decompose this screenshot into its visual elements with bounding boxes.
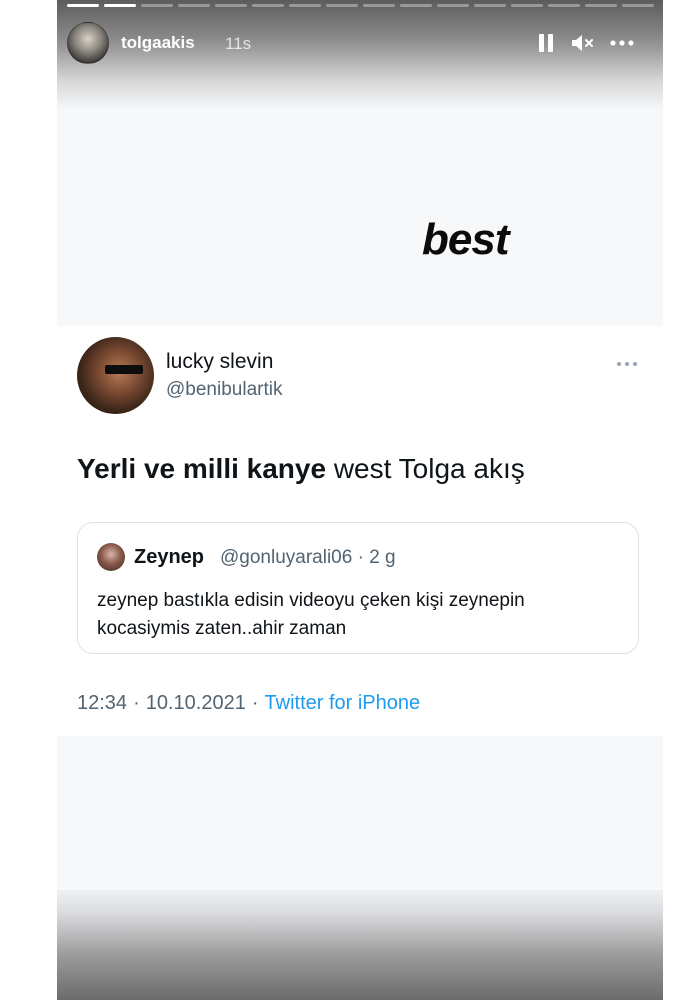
progress-segment (104, 4, 136, 7)
mute-icon[interactable] (570, 33, 594, 53)
avatar[interactable] (67, 22, 109, 64)
sunglasses-graphic (105, 365, 143, 374)
story-controls (538, 31, 634, 55)
progress-segment (215, 4, 247, 7)
quote-handle-and-age: @gonluyarali06 · 2 g (220, 547, 396, 568)
tweet-footer: 12:34 · 10.10.2021 · Twitter for iPhone (77, 692, 420, 715)
progress-segment (511, 4, 543, 7)
progress-segment (289, 4, 321, 7)
progress-segment (437, 4, 469, 7)
quote-avatar (97, 543, 125, 571)
story-frame[interactable]: tolgaakis 11s best lucky slevin @benibul… (57, 0, 663, 1000)
progress-segment (585, 4, 617, 7)
story-header: tolgaakis 11s (67, 20, 654, 64)
progress-segment (141, 4, 173, 7)
progress-segment (548, 4, 580, 7)
progress-segment (363, 4, 395, 7)
tweet-date: 10.10.2021 (145, 692, 246, 714)
tweet-text: Yerli ve milli kanye west Tolga akış (77, 453, 525, 485)
tweet-time: 12:34 (77, 692, 128, 714)
footer-separator: · (251, 692, 259, 714)
tweet-text-bold: Yerli ve milli kanye (77, 453, 327, 484)
progress-segment (400, 4, 432, 7)
bottom-gradient (57, 890, 663, 1000)
progress-segment (474, 4, 506, 7)
tweet-card: lucky slevin @benibulartik Yerli ve mill… (57, 326, 663, 736)
best-sticker[interactable]: best (422, 215, 509, 265)
story-timestamp: 11s (225, 34, 252, 53)
tweet-source-link[interactable]: Twitter for iPhone (265, 692, 421, 714)
story-username[interactable]: tolgaakis (121, 33, 195, 53)
story-progress-bar (67, 4, 654, 7)
progress-segment (252, 4, 284, 7)
tweet-text-rest: west Tolga akış (326, 453, 525, 484)
sticker-background (57, 110, 663, 310)
more-icon[interactable] (610, 40, 634, 46)
quote-text: zeynep bastıkla edisin videoyu çeken kiş… (97, 590, 525, 639)
progress-segment (178, 4, 210, 7)
footer-separator: · (133, 692, 140, 714)
progress-segment (326, 4, 358, 7)
progress-segment (622, 4, 654, 7)
progress-segment (67, 4, 99, 7)
quote-display-name: Zeynep (134, 546, 205, 568)
tweet-handle[interactable]: @benibulartik (166, 379, 282, 401)
tweet-display-name[interactable]: lucky slevin (166, 350, 273, 374)
page: tolgaakis 11s best lucky slevin @benibul… (0, 0, 700, 1000)
tweet-more-icon[interactable] (616, 354, 638, 372)
pause-icon[interactable] (538, 33, 554, 53)
tweet-avatar[interactable] (77, 337, 154, 414)
quoted-tweet[interactable]: Zeynep @gonluyarali06 · 2 g zeynep bastı… (77, 522, 639, 654)
